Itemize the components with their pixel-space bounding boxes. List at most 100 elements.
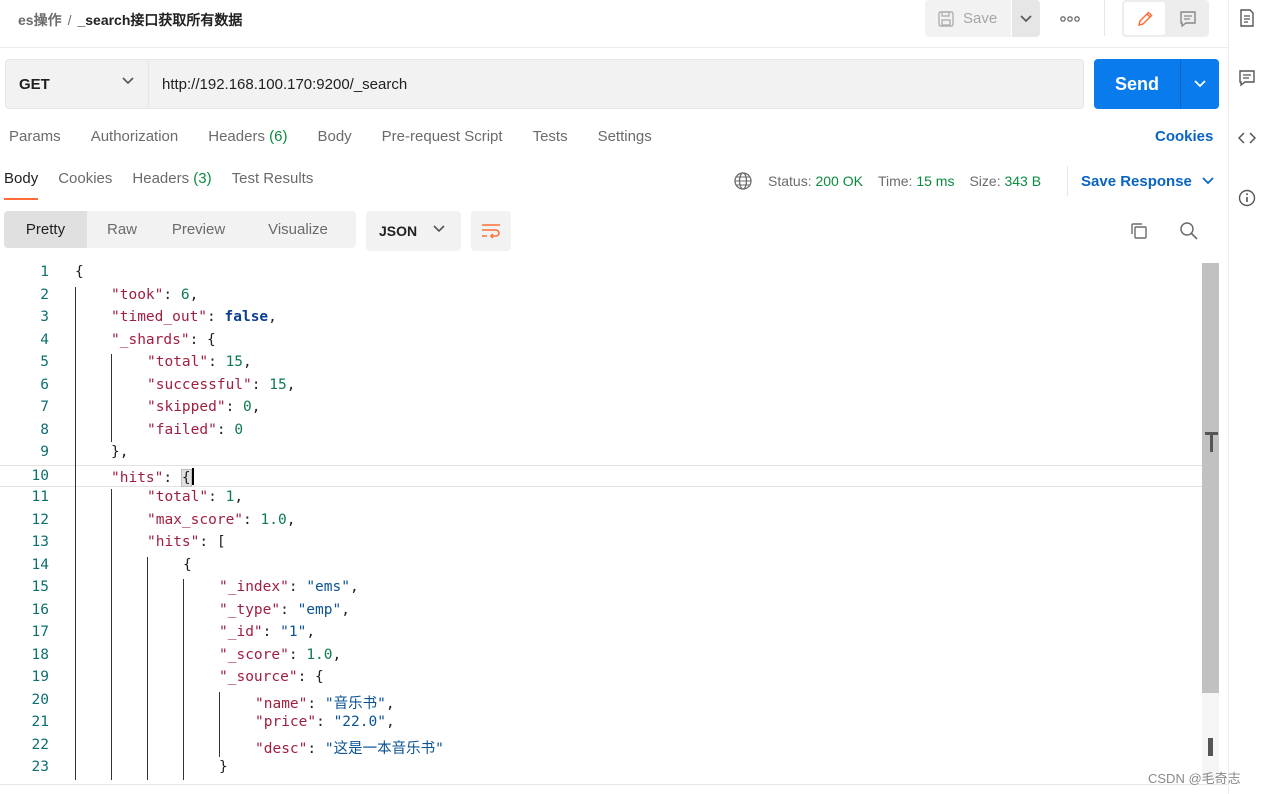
save-button[interactable]: Save <box>925 0 1011 37</box>
code-line: 22 "desc": "这是一本音乐书" <box>0 735 1202 758</box>
code-line: 19 "_source": { <box>0 667 1202 690</box>
request-tab-pre-request-script[interactable]: Pre-request Script <box>382 128 503 150</box>
code-line: 18 "_score": 1.0, <box>0 645 1202 668</box>
code-token: , <box>251 399 261 415</box>
comments-icon[interactable] <box>1237 68 1257 88</box>
line-number: 19 <box>31 669 49 685</box>
documentation-icon[interactable] <box>1237 8 1257 28</box>
line-number: 6 <box>40 376 49 393</box>
response-tabs: Body Cookies Headers (3) Test Results <box>4 170 333 200</box>
response-tab-headers[interactable]: Headers (3) <box>132 170 211 200</box>
code-line: 13 "hits": [ <box>0 532 1202 555</box>
code-text: "hits": { <box>111 467 194 487</box>
code-token: , <box>234 489 244 505</box>
code-token: , <box>306 624 316 640</box>
code-token: "emp" <box>297 601 342 618</box>
code-token: { <box>183 556 192 573</box>
wrap-lines-button[interactable] <box>471 211 511 251</box>
wrap-lines-icon <box>482 224 500 239</box>
line-number: 5 <box>40 354 49 370</box>
code-text: "successful": 15, <box>147 377 295 393</box>
response-tab-test-results[interactable]: Test Results <box>232 170 314 200</box>
scrollbar-marker <box>1208 738 1213 756</box>
view-mode-pretty[interactable]: Pretty <box>4 211 87 248</box>
line-number: 8 <box>40 421 49 438</box>
request-tab-body[interactable]: Body <box>317 128 351 150</box>
code-text: "name": "音乐书", <box>255 692 395 713</box>
code-icon[interactable] <box>1237 128 1257 148</box>
more-actions-button[interactable] <box>1054 6 1086 32</box>
search-icon[interactable] <box>1178 220 1200 242</box>
request-tab-headers[interactable]: Headers (6) <box>208 128 287 150</box>
url-input[interactable]: http://192.168.100.170:9200/_search <box>149 59 1084 109</box>
code-line: 17 "_id": "1", <box>0 622 1202 645</box>
response-tab-body[interactable]: Body <box>4 170 39 200</box>
copy-icon[interactable] <box>1128 220 1150 242</box>
view-mode-raw[interactable]: Raw <box>87 211 157 248</box>
code-token: "total" <box>147 489 209 505</box>
edit-mode-button[interactable] <box>1124 2 1165 35</box>
code-token: : <box>216 421 235 438</box>
code-text: "_score": 1.0, <box>219 647 341 663</box>
response-body-editor[interactable]: 1{2 "took": 6, 3 "timed_out": false, 4 "_shar… <box>0 262 1220 782</box>
code-token: "max_score" <box>147 511 244 528</box>
code-token: } <box>219 759 228 775</box>
request-title[interactable]: _search接口获取所有数据 <box>77 12 242 28</box>
tab-label: Settings <box>597 128 652 145</box>
language-select[interactable]: JSON <box>366 211 461 251</box>
pencil-icon <box>1137 10 1153 26</box>
code-token: "_index" <box>219 579 289 595</box>
cookies-link[interactable]: Cookies <box>1155 128 1213 145</box>
url-value: http://192.168.100.170:9200/_search <box>162 75 408 93</box>
request-tab-params[interactable]: Params <box>9 128 61 150</box>
code-token: , <box>189 286 199 303</box>
line-number: 12 <box>31 511 49 528</box>
breadcrumb-collection[interactable]: es操作 <box>18 12 62 28</box>
time-value[interactable]: 15 ms <box>916 173 954 189</box>
code-token: 15 <box>269 376 287 393</box>
indent-guide <box>111 354 112 442</box>
code-token: : <box>243 511 261 528</box>
line-number: 23 <box>31 759 49 775</box>
code-line: 9}, <box>0 442 1202 465</box>
line-number: 9 <box>40 444 49 460</box>
tab-label: Body <box>4 170 39 187</box>
code-line: 4 "_shards": { <box>0 330 1202 353</box>
send-button[interactable]: Send <box>1094 59 1180 109</box>
info-icon[interactable] <box>1237 188 1257 208</box>
request-tab-settings[interactable]: Settings <box>598 128 652 150</box>
view-mode-visualize[interactable]: Visualize <box>240 211 356 248</box>
tab-label: Pre-request Script <box>381 128 503 145</box>
save-button-label: Save <box>963 10 998 27</box>
request-tab-tests[interactable]: Tests <box>533 128 568 150</box>
code-token: : <box>262 624 281 640</box>
tab-label: Body <box>317 128 352 145</box>
view-mode-preview[interactable]: Preview <box>157 211 240 248</box>
save-response-label: Save Response <box>1081 172 1192 190</box>
save-options-button[interactable] <box>1012 0 1040 37</box>
status-info: Status: 200 OK <box>768 173 863 189</box>
send-options-button[interactable] <box>1181 59 1219 109</box>
status-value[interactable]: 200 OK <box>815 173 862 189</box>
size-value[interactable]: 343 B <box>1004 173 1041 189</box>
editor-scrollbar-thumb[interactable] <box>1202 263 1219 693</box>
code-token: : { <box>189 331 216 348</box>
code-text: "price": "22.0", <box>255 714 395 730</box>
line-number: 14 <box>31 556 49 573</box>
line-number: 2 <box>40 286 49 303</box>
save-response-button[interactable]: Save Response <box>1067 166 1214 196</box>
response-tab-cookies[interactable]: Cookies <box>58 170 112 200</box>
method-select[interactable]: GET <box>5 59 149 109</box>
code-text: }, <box>111 444 128 460</box>
line-number: 1 <box>40 264 49 280</box>
globe-icon[interactable] <box>733 171 753 191</box>
comment-mode-button[interactable] <box>1168 2 1207 35</box>
tab-label: Tests <box>532 128 568 145</box>
code-token: : <box>163 469 181 486</box>
request-tab-authorization[interactable]: Authorization <box>91 128 179 150</box>
code-token: : <box>225 399 244 415</box>
code-token: : <box>288 646 307 663</box>
code-token: "skipped" <box>147 399 226 415</box>
scrollbar-marker <box>1210 432 1213 452</box>
code-text: { <box>183 557 192 573</box>
